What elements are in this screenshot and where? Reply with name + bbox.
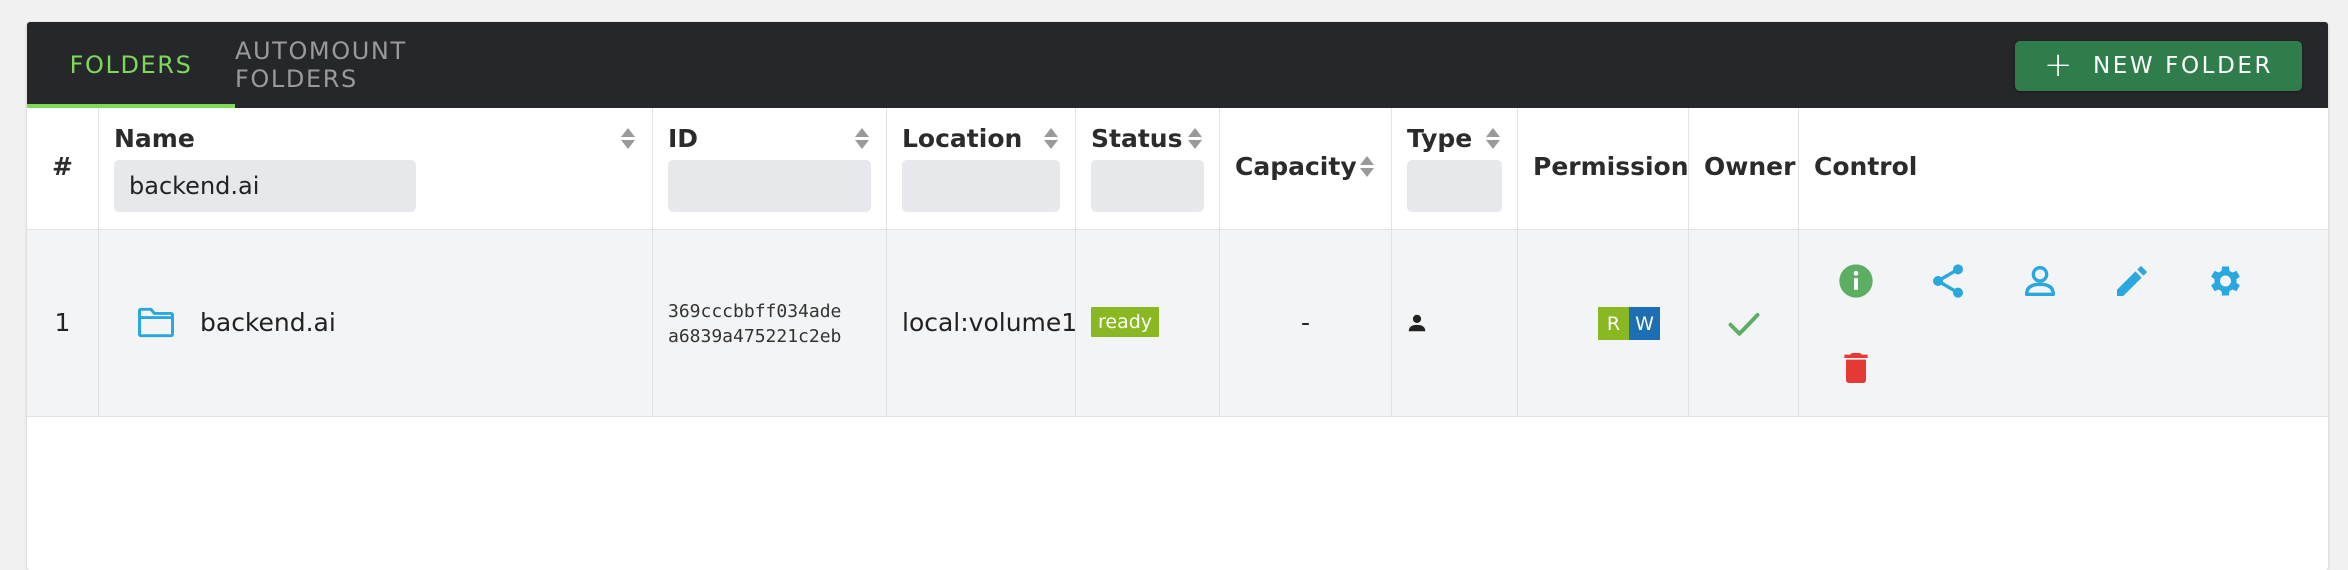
sort-name-icon[interactable] xyxy=(621,128,635,150)
column-header-permission: Permission xyxy=(1533,152,1689,181)
sort-capacity-icon[interactable] xyxy=(1360,156,1374,178)
sort-status-icon[interactable] xyxy=(1188,128,1202,150)
folder-location: local:volume1 xyxy=(902,308,1078,337)
cell-index: 1 xyxy=(27,230,99,416)
folder-icon xyxy=(136,306,176,338)
cell-name: backend.ai xyxy=(99,230,653,416)
name-filter-input[interactable] xyxy=(114,160,416,212)
column-capacity: Capacity xyxy=(1220,108,1392,229)
tab-automount-folders[interactable]: AUTOMOUNT FOLDERS xyxy=(235,22,530,108)
column-header-name: Name xyxy=(114,124,195,153)
sort-id-icon[interactable] xyxy=(855,128,869,150)
folder-capacity: - xyxy=(1300,308,1311,337)
column-name: Name xyxy=(99,108,653,229)
cell-id: 369cccbbff034ade a6839a475221c2eb xyxy=(653,230,887,416)
folder-list-card: FOLDERS AUTOMOUNT FOLDERS + NEW FOLDER #… xyxy=(27,22,2328,570)
permission-read-badge: R xyxy=(1598,307,1629,340)
edit-icon[interactable] xyxy=(2112,261,2152,301)
column-header-control: Control xyxy=(1814,152,1918,181)
column-owner: Owner xyxy=(1689,108,1799,229)
column-header-index: # xyxy=(52,152,73,181)
column-id: ID xyxy=(653,108,887,229)
column-index: # xyxy=(27,108,99,229)
column-header-id: ID xyxy=(668,124,699,153)
type-filter-input[interactable] xyxy=(1407,160,1502,212)
cell-control xyxy=(1799,230,2328,416)
id-filter-input[interactable] xyxy=(668,160,871,212)
folder-name-link[interactable]: backend.ai xyxy=(200,308,336,337)
cell-location: local:volume1 xyxy=(887,230,1078,416)
cell-capacity: - xyxy=(1220,230,1392,416)
permission-write-badge: W xyxy=(1629,307,1660,340)
sort-location-icon[interactable] xyxy=(1044,128,1058,150)
status-filter-input[interactable] xyxy=(1091,160,1204,212)
new-folder-button[interactable]: + NEW FOLDER xyxy=(2015,41,2302,91)
column-location: Location xyxy=(887,108,1076,229)
table-header-row: # Name ID Location Status Capacity Type xyxy=(27,108,2328,230)
row-index: 1 xyxy=(54,308,71,337)
column-header-owner: Owner xyxy=(1704,152,1796,181)
cell-status: ready xyxy=(1076,230,1220,416)
folder-id-line2: a6839a475221c2eb xyxy=(668,326,842,347)
folder-tabs-bar: FOLDERS AUTOMOUNT FOLDERS + NEW FOLDER xyxy=(27,22,2328,108)
new-folder-label: NEW FOLDER xyxy=(2092,53,2274,79)
plus-icon: + xyxy=(2043,44,2075,85)
column-header-status: Status xyxy=(1091,124,1183,153)
column-header-capacity: Capacity xyxy=(1235,152,1357,181)
table-row: 1 backend.ai 369cccbbff034ade a6839a4752… xyxy=(27,230,2328,417)
person-outline-icon[interactable] xyxy=(2020,261,2060,301)
column-header-type: Type xyxy=(1407,124,1473,153)
share-icon[interactable] xyxy=(1928,261,1968,301)
info-icon[interactable] xyxy=(1836,261,1876,301)
person-icon xyxy=(1406,312,1428,334)
cell-permission: R W xyxy=(1518,230,1689,416)
status-badge: ready xyxy=(1091,307,1160,337)
column-permission: Permission xyxy=(1518,108,1689,229)
location-filter-input[interactable] xyxy=(902,160,1060,212)
column-control: Control xyxy=(1799,108,2328,229)
cell-owner xyxy=(1689,230,1799,416)
check-icon xyxy=(1726,309,1762,339)
column-type: Type xyxy=(1392,108,1518,229)
delete-icon[interactable] xyxy=(1836,348,1876,388)
column-status: Status xyxy=(1076,108,1220,229)
cell-type xyxy=(1392,230,1518,416)
folder-id-line1: 369cccbbff034ade xyxy=(668,301,842,322)
sort-type-icon[interactable] xyxy=(1486,128,1500,150)
column-header-location: Location xyxy=(902,124,1023,153)
tab-folders[interactable]: FOLDERS xyxy=(27,22,235,108)
gear-icon[interactable] xyxy=(2204,261,2244,301)
